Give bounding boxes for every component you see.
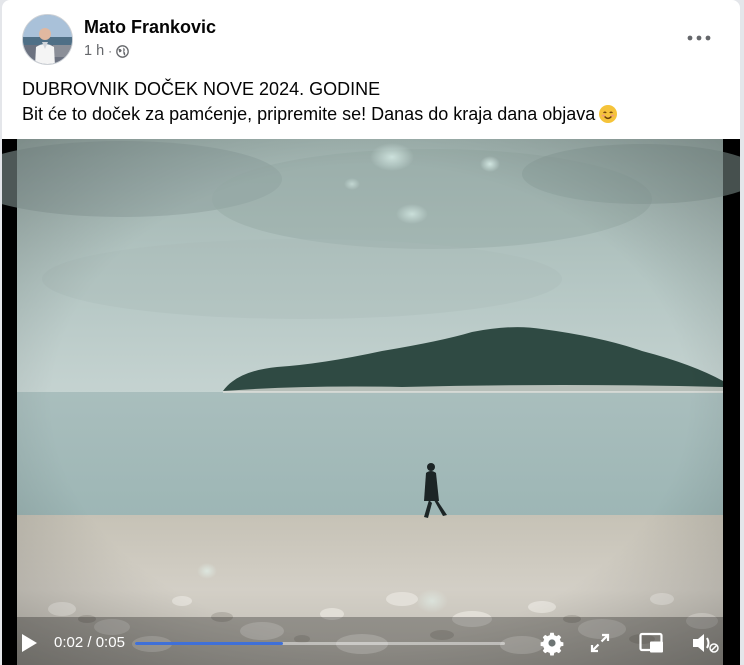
- video-frame: [2, 139, 740, 665]
- duration: 0:05: [95, 634, 125, 651]
- mute-button[interactable]: [690, 631, 720, 660]
- post-menu-button[interactable]: [684, 26, 714, 50]
- more-horizontal-icon: [687, 35, 711, 41]
- picture-in-picture-icon: [639, 632, 663, 653]
- picture-in-picture-button[interactable]: [639, 632, 665, 659]
- settings-icon: [540, 632, 564, 656]
- post-text: DUBROVNIK DOČEK NOVE 2024. GODINE Bit će…: [22, 77, 722, 127]
- play-icon: [22, 634, 37, 652]
- author-name[interactable]: Mato Frankovic: [84, 17, 216, 38]
- avatar-photo: [23, 15, 72, 64]
- time-separator: /: [87, 634, 92, 651]
- author-avatar[interactable]: [22, 14, 73, 65]
- post-time[interactable]: 1 h: [84, 43, 104, 59]
- seek-bar[interactable]: [135, 642, 505, 645]
- mute-icon: [693, 634, 719, 653]
- post-text-line2-wrap: Bit će to doček za pamćenje, pripremite …: [22, 102, 722, 127]
- fullscreen-button[interactable]: [589, 632, 611, 659]
- current-time: 0:02: [54, 634, 84, 651]
- seek-progress: [135, 642, 283, 645]
- video-controls: 0:02 / 0:05: [2, 621, 740, 665]
- facebook-post: Mato Frankovic 1 h · DUBROVNIK DOČEK NOV…: [2, 0, 740, 665]
- meta-separator: ·: [108, 44, 113, 58]
- post-meta: 1 h ·: [84, 43, 130, 59]
- video-time: 0:02 / 0:05: [54, 634, 125, 651]
- post-text-line2: Bit će to doček za pamćenje, pripremite …: [22, 104, 596, 124]
- settings-button[interactable]: [539, 630, 565, 661]
- video-player[interactable]: 0:02 / 0:05: [2, 139, 740, 665]
- play-button[interactable]: [20, 633, 38, 658]
- globe-icon: [116, 44, 130, 58]
- fullscreen-icon: [590, 633, 610, 653]
- post-text-line1: DUBROVNIK DOČEK NOVE 2024. GODINE: [22, 79, 381, 99]
- smiling-face-icon: [599, 105, 618, 123]
